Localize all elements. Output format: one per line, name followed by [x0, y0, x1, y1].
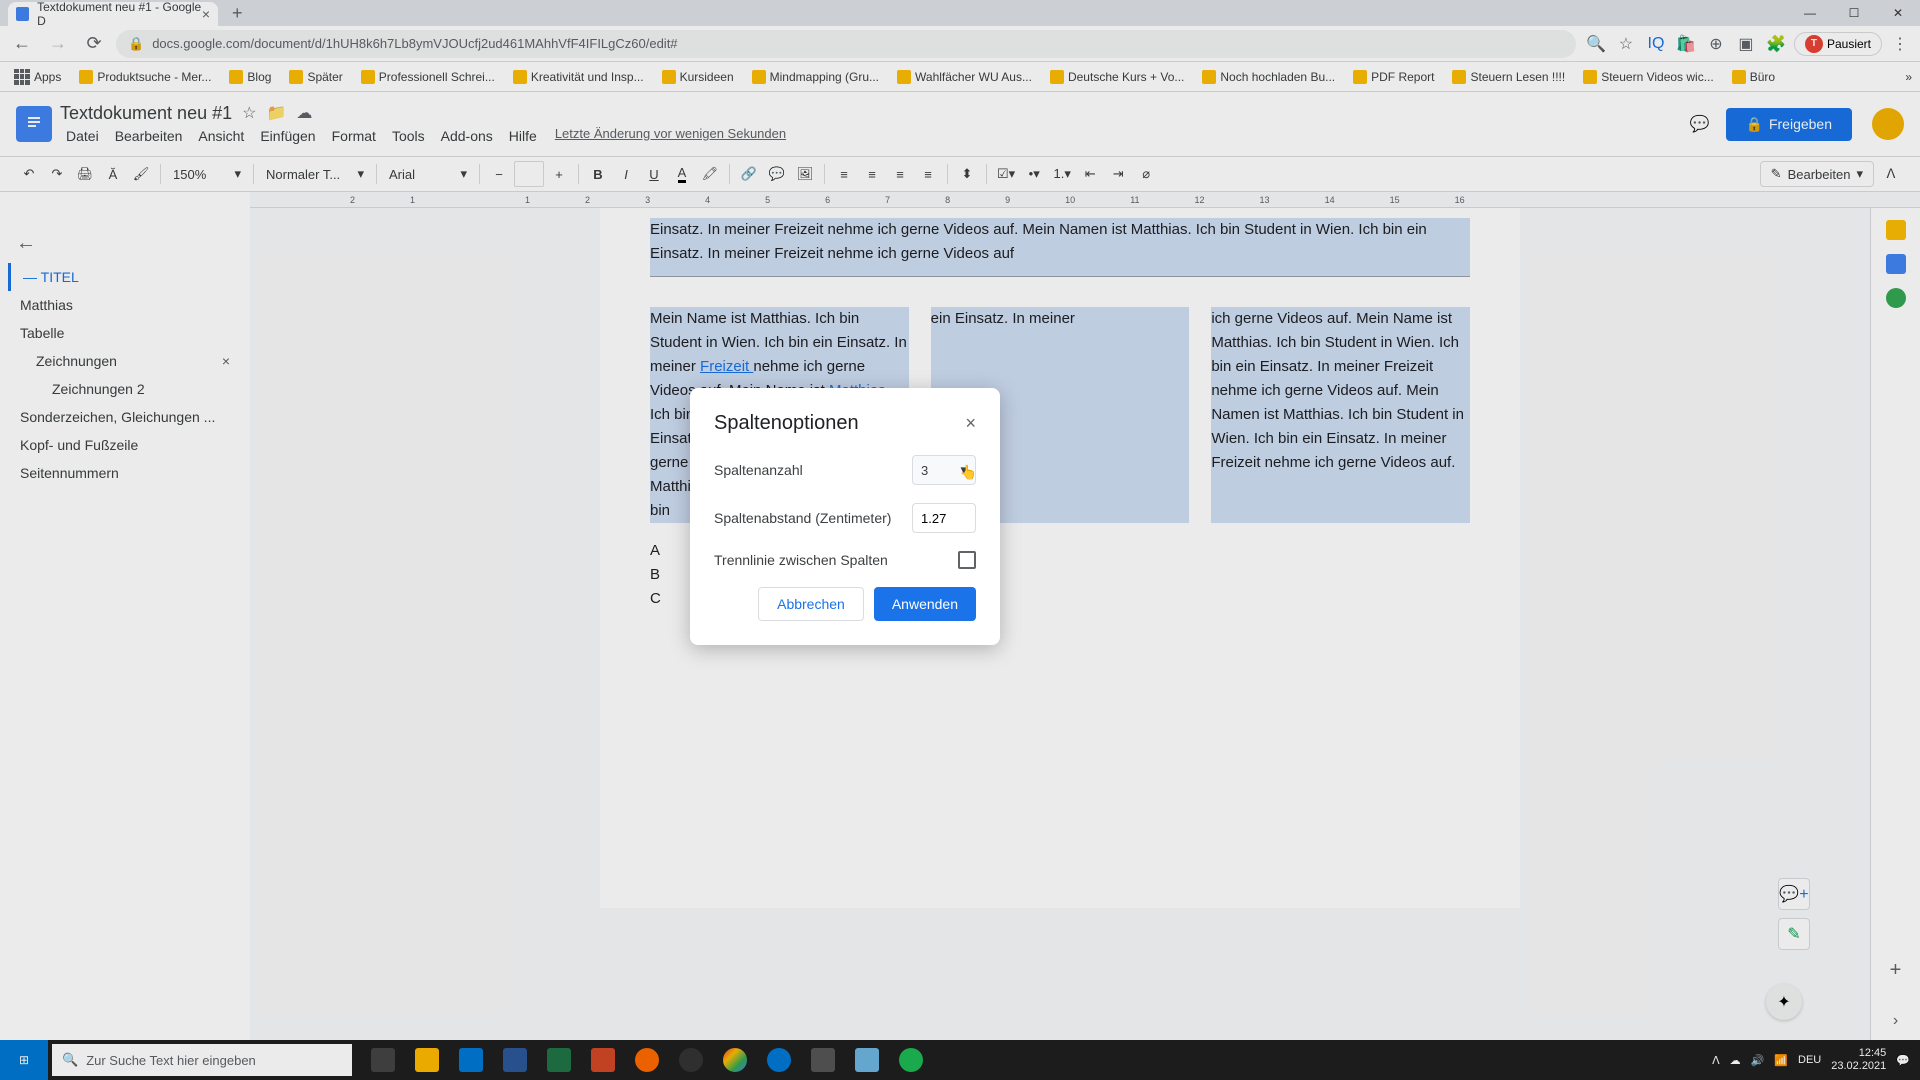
apply-button[interactable]: Anwenden	[874, 587, 976, 621]
column-count-select[interactable]: 3▾ 👆	[912, 455, 976, 485]
cancel-button[interactable]: Abbrechen	[758, 587, 864, 621]
spacing-input[interactable]	[912, 503, 976, 533]
spacing-label: Spaltenabstand (Zentimeter)	[714, 510, 891, 526]
divider-label: Trennlinie zwischen Spalten	[714, 552, 888, 568]
cursor-icon: 👆	[960, 464, 977, 481]
dialog-close-icon[interactable]: ×	[965, 413, 976, 434]
dialog-title: Spaltenoptionen	[714, 412, 859, 435]
column-options-dialog: Spaltenoptionen × Spaltenanzahl 3▾ 👆 Spa…	[690, 388, 1000, 645]
column-count-label: Spaltenanzahl	[714, 462, 803, 478]
divider-checkbox[interactable]	[958, 551, 976, 569]
